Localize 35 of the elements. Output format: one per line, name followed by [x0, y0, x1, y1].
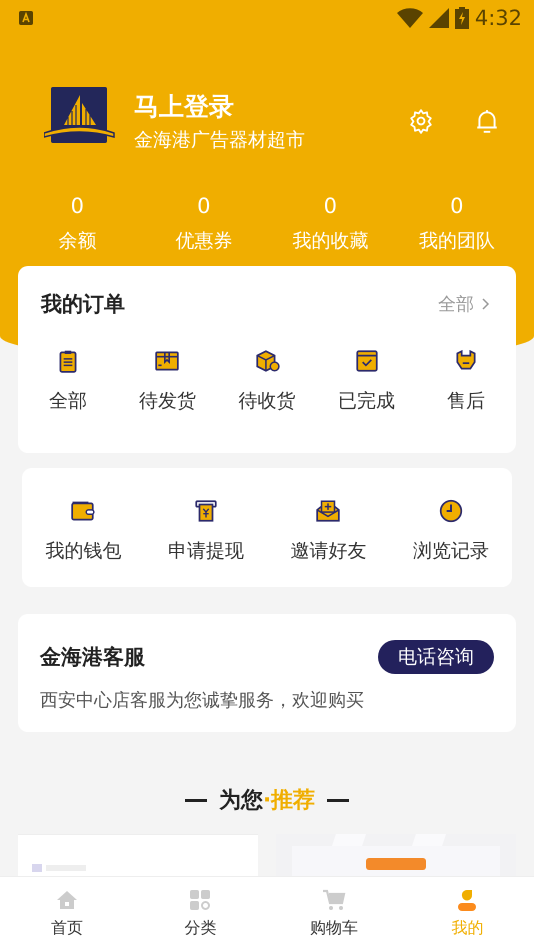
- order-status-button[interactable]: 售后: [416, 348, 516, 414]
- service-title: 金海港客服: [40, 644, 145, 671]
- dash-line: [184, 798, 207, 802]
- grid-icon: [188, 888, 212, 912]
- orders-title: 我的订单: [41, 291, 125, 318]
- dash-line: [327, 798, 350, 802]
- parcel-icon: [254, 348, 280, 374]
- section-title: 为您: [218, 788, 263, 813]
- tab[interactable]: 首页: [0, 877, 134, 950]
- chevron-icon: [482, 298, 490, 310]
- tab[interactable]: 分类: [134, 877, 267, 950]
- service-description: 西安中心店客服为您诚挚服务，欢迎购买: [40, 689, 365, 712]
- tool-button[interactable]: 浏览记录: [390, 498, 512, 564]
- tool-button[interactable]: 邀请好友: [267, 498, 390, 564]
- order-status-button[interactable]: 待收货: [217, 348, 317, 414]
- wifi-icon: [396, 8, 423, 28]
- status-time: 4:32: [474, 6, 522, 30]
- tool-button[interactable]: 我的钱包: [22, 498, 144, 564]
- tab[interactable]: 购物车: [267, 877, 400, 950]
- check-calendar-icon: [354, 348, 380, 374]
- order-status-button[interactable]: 已完成: [316, 348, 416, 414]
- envelope-icon: [315, 498, 342, 524]
- call-button[interactable]: 电话咨询: [378, 640, 494, 674]
- home-icon: [54, 888, 79, 912]
- notification-icon: [18, 10, 34, 26]
- section-highlight: ·推荐: [262, 788, 316, 813]
- clock-icon: [438, 498, 464, 524]
- cart-icon: [322, 888, 346, 912]
- cash-icon: [192, 498, 219, 524]
- tool-button[interactable]: 申请提现: [144, 498, 267, 564]
- signal-icon: [428, 8, 449, 28]
- settings-icon[interactable]: [408, 108, 434, 134]
- order-status-button[interactable]: 待发货: [118, 348, 218, 414]
- store-name: 金海港广告器材超市: [134, 128, 306, 152]
- order-status-button[interactable]: 全部: [18, 348, 118, 414]
